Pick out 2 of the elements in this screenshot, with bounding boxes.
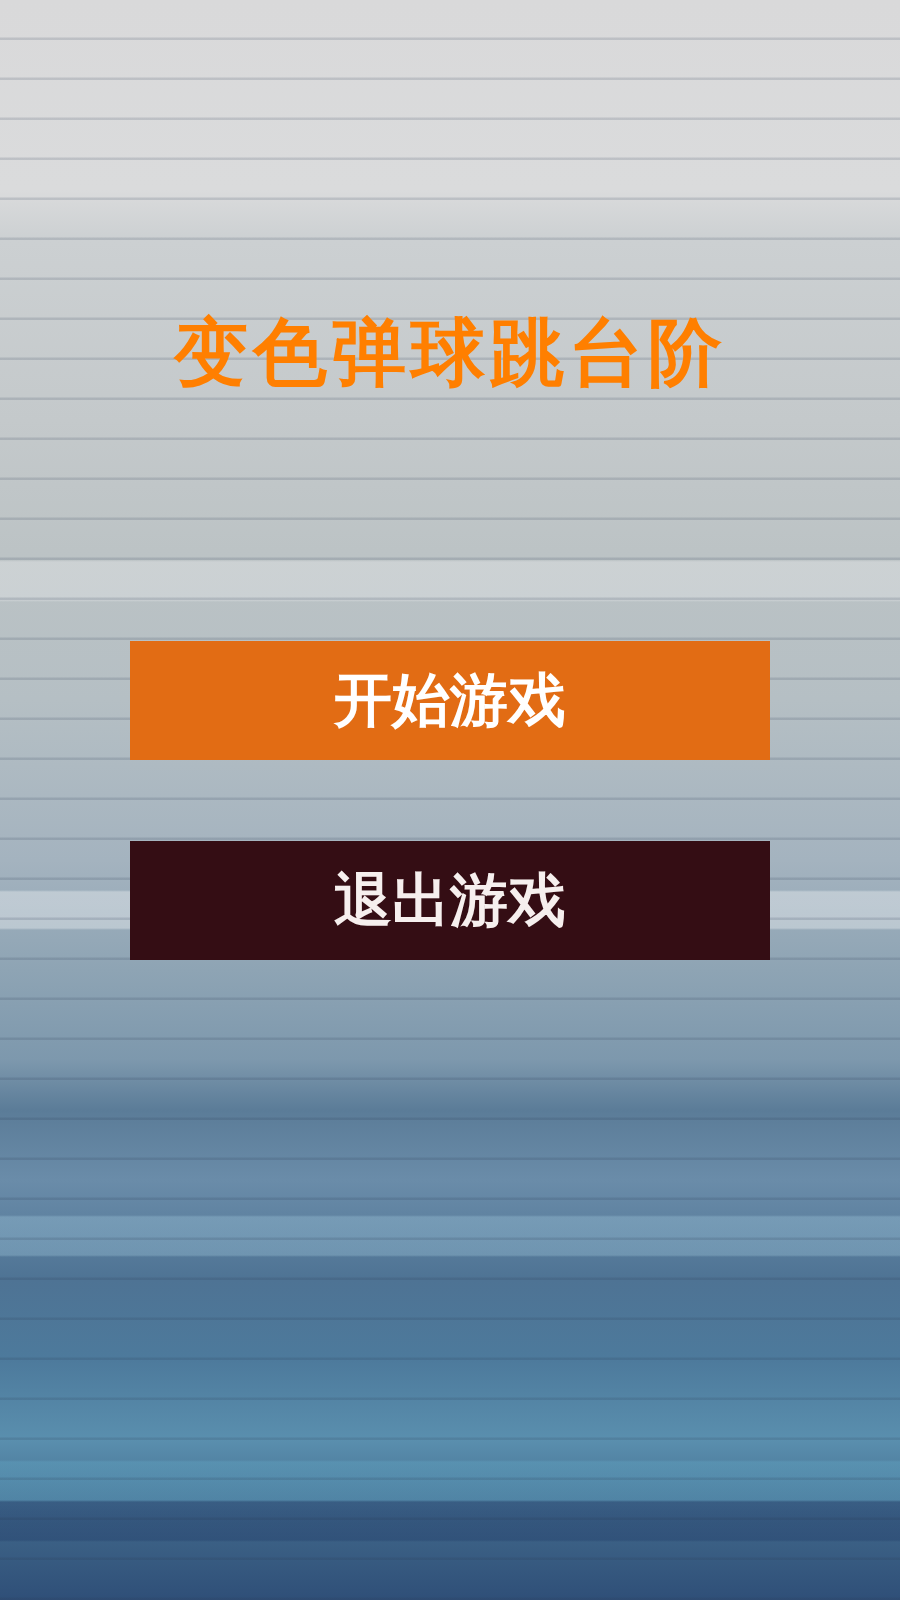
game-title: 变色弹球跳台阶 (173, 308, 727, 397)
exit-game-button[interactable]: 退出游戏 (130, 841, 770, 960)
